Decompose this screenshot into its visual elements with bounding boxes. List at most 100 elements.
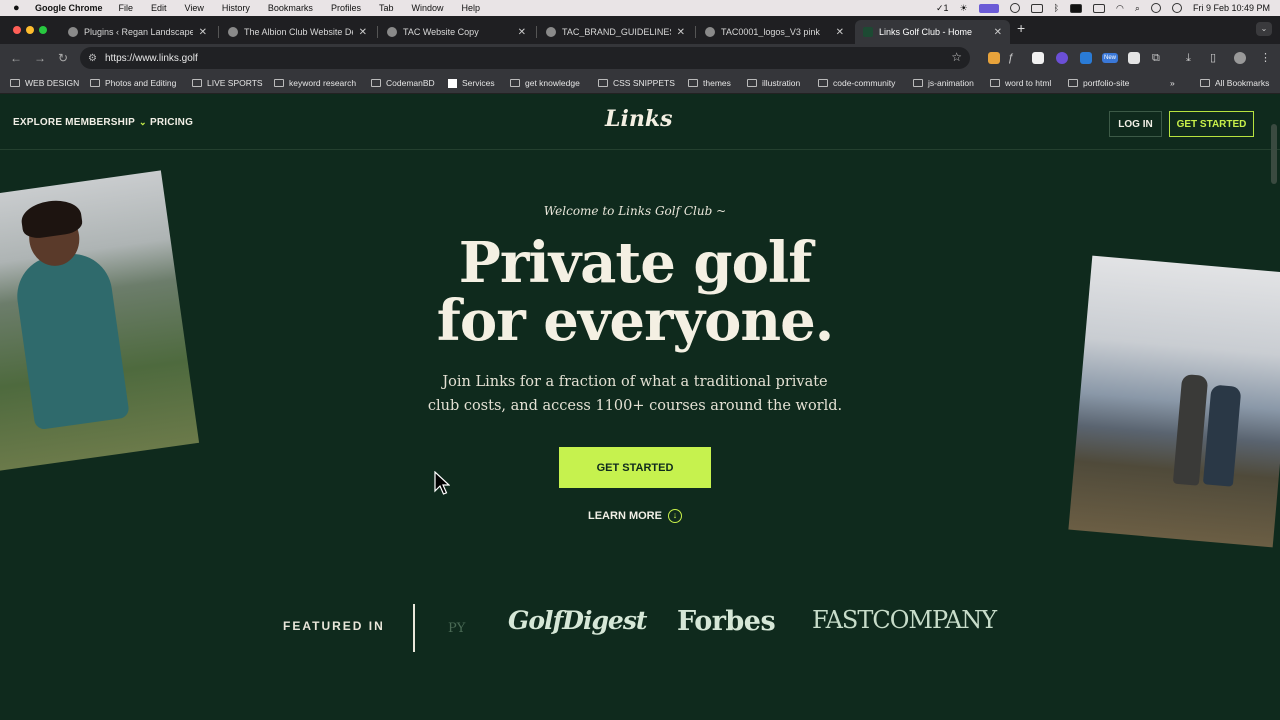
new-badge-extension-icon[interactable]: New <box>1102 53 1118 63</box>
close-tab-icon[interactable]: ✕ <box>836 27 844 38</box>
menu-window[interactable]: Window <box>411 3 443 13</box>
url-text[interactable]: https://www.links.golf <box>105 53 198 64</box>
learn-more-link[interactable]: LEARN MORE ↓ <box>588 509 682 523</box>
menu-tab[interactable]: Tab <box>379 3 394 13</box>
extension-icon[interactable] <box>988 52 1000 64</box>
site-info-icon[interactable]: ⚙ <box>88 53 97 64</box>
close-tab-icon[interactable]: ✕ <box>994 27 1002 38</box>
menu-history[interactable]: History <box>222 3 250 13</box>
bookmark-item[interactable]: keyword research <box>274 78 356 88</box>
golfer-figure <box>1172 373 1209 486</box>
zoom-window-button[interactable] <box>39 26 47 34</box>
header-get-started-button[interactable]: GET STARTED <box>1169 111 1254 137</box>
status-area: ✓1 ☀ ᛒ ◠ ⌕ Fri 9 Feb 10:49 PM <box>936 0 1270 16</box>
hero-get-started-button[interactable]: GET STARTED <box>559 447 711 488</box>
tab-favicon-icon <box>705 27 715 37</box>
clock[interactable]: Fri 9 Feb 10:49 PM <box>1193 3 1270 13</box>
font-extension-icon[interactable]: ƒ <box>1008 51 1014 65</box>
mouse-cursor-icon <box>434 471 450 495</box>
browser-tab[interactable]: TAC0001_logos_V3 pink ✕ <box>697 20 852 44</box>
bookmark-item[interactable]: code-community <box>818 78 895 88</box>
apple-icon[interactable]: ● <box>13 0 25 16</box>
tab-title: Plugins ‹ Regan Landscape – <box>84 27 193 37</box>
browser-tab[interactable]: Plugins ‹ Regan Landscape – ✕ <box>60 20 215 44</box>
download-icon[interactable]: ⤓ <box>1186 51 1191 65</box>
extension-icon[interactable] <box>1128 52 1140 64</box>
browser-tab[interactable]: The Albion Club Website Des ✕ <box>220 20 375 44</box>
chevron-down-icon: ⌄ <box>138 117 147 127</box>
menu-profiles[interactable]: Profiles <box>331 3 361 13</box>
browser-tab[interactable]: TAC Website Copy ✕ <box>379 20 534 44</box>
close-tab-icon[interactable]: ✕ <box>518 27 526 38</box>
bluetooth-icon[interactable]: ᛒ <box>1054 3 1059 13</box>
bookmark-item[interactable]: CSS SNIPPETS <box>598 78 675 88</box>
checkmark-badge-icon[interactable]: ✓1 <box>936 3 949 14</box>
wifi-icon[interactable]: ◠ <box>1116 3 1124 14</box>
extension-icon[interactable] <box>1056 52 1068 64</box>
screen-record-icon[interactable] <box>978 3 999 13</box>
menu-app-name[interactable]: Google Chrome <box>35 3 103 13</box>
bookmark-item[interactable]: WEB DESIGN <box>10 78 79 88</box>
links-logo[interactable]: Links <box>605 106 672 132</box>
bookmark-item[interactable]: themes <box>688 78 731 88</box>
forbes-logo: Forbes <box>677 606 776 637</box>
bookmark-star-icon[interactable]: ☆ <box>951 50 962 64</box>
bookmark-label: CSS SNIPPETS <box>613 78 675 88</box>
folder-icon <box>913 79 923 87</box>
menu-file[interactable]: File <box>119 3 134 13</box>
page-scrollbar[interactable] <box>1271 124 1277 184</box>
bookmark-item[interactable]: Photos and Editing <box>90 78 176 88</box>
all-bookmarks[interactable]: All Bookmarks <box>1200 78 1269 88</box>
reload-icon[interactable]: ↻ <box>58 51 68 65</box>
mic-icon[interactable] <box>1009 3 1020 13</box>
bookmark-item[interactable]: illustration <box>747 78 800 88</box>
menu-edit[interactable]: Edit <box>151 3 167 13</box>
control-center-icon[interactable] <box>1150 3 1161 13</box>
close-tab-icon[interactable]: ✕ <box>199 27 207 38</box>
publication-logo-partial: PY <box>448 621 466 636</box>
bookmark-item[interactable]: word to html <box>990 78 1051 88</box>
bookmark-item[interactable]: js-animation <box>913 78 974 88</box>
extension-icon[interactable] <box>1032 52 1044 64</box>
siri-icon[interactable] <box>1171 3 1182 13</box>
new-tab-icon[interactable]: + <box>1017 21 1025 35</box>
bookmark-item[interactable]: get knowledge <box>510 78 580 88</box>
forward-icon[interactable]: → <box>34 51 46 65</box>
bookmark-item[interactable]: LIVE SPORTS <box>192 78 263 88</box>
side-panel-icon[interactable]: ▯ <box>1210 51 1216 65</box>
spotlight-search-icon[interactable]: ⌕ <box>1135 3 1140 14</box>
profile-avatar[interactable] <box>1234 52 1246 64</box>
bookmark-item[interactable]: CodemanBD <box>371 78 435 88</box>
minimize-window-button[interactable] <box>26 26 34 34</box>
pricing-link[interactable]: PRICING <box>150 117 193 128</box>
log-in-button[interactable]: LOG IN <box>1109 111 1162 137</box>
browser-tab[interactable]: TAC_BRAND_GUIDELINES_V ✕ <box>538 20 693 44</box>
close-tab-icon[interactable]: ✕ <box>677 27 685 38</box>
browser-tab-active[interactable]: Links Golf Club - Home ✕ <box>855 20 1010 44</box>
bookmark-item[interactable]: portfolio-site <box>1068 78 1129 88</box>
menu-help[interactable]: Help <box>461 3 480 13</box>
close-window-button[interactable] <box>13 26 21 34</box>
address-bar[interactable]: ⚙ https://www.links.golf ☆ <box>80 47 970 69</box>
bookmark-item[interactable]: Services <box>448 78 495 88</box>
tab-search-icon[interactable]: ⌄ <box>1256 22 1272 36</box>
folder-icon <box>688 79 698 87</box>
close-tab-icon[interactable]: ✕ <box>359 27 367 38</box>
browser-tab-strip: Plugins ‹ Regan Landscape – ✕ The Albion… <box>0 16 1280 44</box>
display-icon[interactable] <box>1030 3 1043 13</box>
more-bookmarks-icon[interactable]: » <box>1170 78 1175 88</box>
menu-view[interactable]: View <box>185 3 204 13</box>
bookmark-label: portfolio-site <box>1083 78 1130 88</box>
back-icon[interactable]: ← <box>10 51 22 65</box>
keyboard-input-icon[interactable] <box>1070 3 1083 13</box>
chrome-menu-icon[interactable]: ⋮ <box>1260 51 1271 65</box>
explore-membership-label: EXPLORE MEMBERSHIP <box>13 117 135 128</box>
menu-bookmarks[interactable]: Bookmarks <box>268 3 313 13</box>
battery-icon[interactable] <box>1093 3 1106 13</box>
explore-membership-link[interactable]: EXPLORE MEMBERSHIP ⌄ <box>13 117 147 128</box>
tab-favicon-icon <box>228 27 238 37</box>
brightness-icon[interactable]: ☀ <box>960 3 968 14</box>
extensions-puzzle-icon[interactable]: ⧉ <box>1152 51 1160 65</box>
hero-headline: Private golf for everyone. <box>0 234 1270 350</box>
extension-icon[interactable] <box>1080 52 1092 64</box>
